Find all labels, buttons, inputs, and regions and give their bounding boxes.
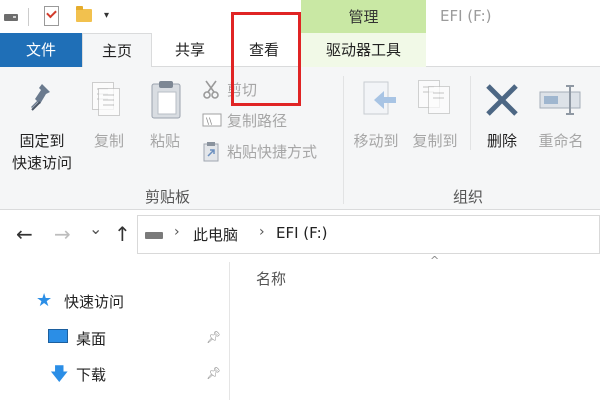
pin-to-quick-access-label-1[interactable]: 固定到 — [0, 130, 84, 152]
sort-indicator-icon: ^ — [430, 254, 440, 267]
group-divider — [343, 76, 344, 204]
scissors-icon — [203, 80, 219, 99]
pinned-icon[interactable]: 📌︎ — [206, 330, 221, 344]
paste-button[interactable]: 粘贴 — [140, 130, 190, 152]
delete-button[interactable]: 删除 — [478, 130, 526, 152]
breadcrumb-this-pc[interactable]: 此电脑 — [193, 224, 238, 245]
new-folder-icon[interactable] — [76, 6, 92, 22]
pinned-icon[interactable]: 📌︎ — [206, 366, 221, 380]
back-button[interactable]: ← — [16, 222, 33, 246]
pin-to-quick-access-label-2[interactable]: 快速访问 — [0, 152, 84, 174]
download-icon: 🡇 — [50, 364, 69, 385]
tab-home[interactable]: 主页 — [82, 33, 152, 68]
tab-drive-tools[interactable]: 驱动器工具 — [301, 33, 426, 67]
recent-locations-icon[interactable]: ⌄ — [89, 219, 102, 238]
nav-item-desktop[interactable]: 桌面 — [76, 328, 106, 349]
star-icon: ★ — [36, 290, 53, 311]
highlight-box — [231, 12, 301, 106]
window-title: EFI (F:) — [440, 7, 492, 25]
drive-icon — [145, 232, 163, 239]
copy-button[interactable]: 复制 — [84, 130, 134, 152]
rename-icon — [539, 85, 581, 115]
breadcrumb-separator[interactable]: › — [259, 224, 265, 240]
copy-path-button[interactable]: 复制路径 — [227, 110, 287, 132]
copy-to-icon-back — [428, 86, 450, 114]
manage-context-label: 管理 — [348, 8, 379, 26]
breadcrumb-separator[interactable]: › — [174, 224, 180, 240]
breadcrumb-efi-drive[interactable]: EFI (F:) — [276, 224, 328, 242]
forward-button[interactable]: → — [54, 222, 71, 246]
rename-button[interactable]: 重命名 — [530, 130, 592, 152]
paste-icon — [151, 81, 181, 119]
svg-text:\\: \\ — [206, 117, 213, 127]
copy-to-button[interactable]: 复制到 — [406, 130, 464, 152]
nav-item-downloads[interactable]: 下载 — [76, 364, 106, 385]
delete-icon — [486, 84, 518, 116]
column-header-name[interactable]: 名称 — [256, 268, 286, 289]
properties-icon[interactable] — [44, 6, 59, 26]
toolbar-divider — [28, 8, 29, 26]
tab-share[interactable]: 共享 — [152, 33, 228, 67]
group-divider — [470, 76, 471, 150]
copy-path-icon: \\ — [202, 113, 222, 127]
up-button[interactable]: ↑ — [114, 222, 131, 246]
organize-group-label: 组织 — [453, 188, 484, 206]
customize-toolbar-dropdown-icon[interactable]: ▾ — [104, 10, 109, 21]
pin-icon — [31, 84, 50, 111]
move-to-button[interactable]: 移动到 — [348, 130, 404, 152]
move-to-icon — [363, 81, 396, 115]
nav-quick-access[interactable]: 快速访问 — [64, 291, 124, 312]
desktop-icon — [48, 329, 68, 343]
paste-shortcut-icon — [203, 142, 219, 162]
clipboard-group-label: 剪贴板 — [145, 188, 191, 206]
paste-shortcut-button[interactable]: 粘贴快捷方式 — [227, 141, 317, 163]
pane-divider[interactable] — [229, 262, 230, 400]
tab-file[interactable]: 文件 — [0, 33, 82, 67]
copy-icon-back — [98, 88, 120, 116]
drive-icon[interactable] — [4, 14, 18, 21]
